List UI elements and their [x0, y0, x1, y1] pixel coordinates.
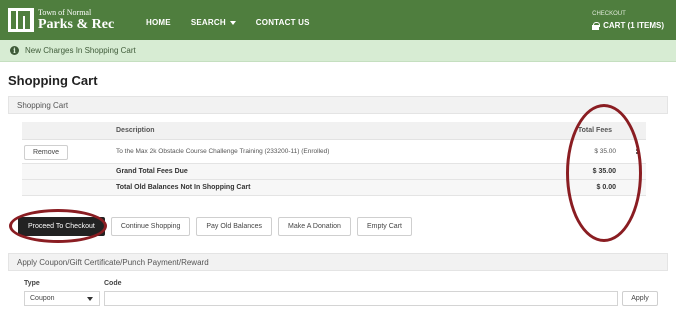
- column-description: Description: [116, 127, 155, 134]
- chevron-down-icon: [87, 297, 93, 301]
- old-balances-label: Total Old Balances Not In Shopping Cart: [116, 184, 251, 191]
- cart-section-title: Shopping Cart: [17, 100, 69, 110]
- chevron-down-icon: [229, 20, 236, 25]
- nav-home[interactable]: HOME: [146, 18, 171, 27]
- item-description: To the Max 2k Obstacle Course Challenge …: [116, 148, 330, 155]
- cart-count: CART (1 ITEMS): [603, 21, 664, 30]
- old-balances-row: Total Old Balances Not In Shopping Cart …: [22, 180, 646, 196]
- notice-banner: i New Charges In Shopping Cart: [0, 40, 676, 62]
- logo[interactable]: Town of Normal Parks & Rec: [8, 8, 114, 32]
- checkout-label: CHECKOUT: [592, 11, 626, 17]
- make-donation-button[interactable]: Make A Donation: [278, 217, 351, 236]
- apply-button[interactable]: Apply: [622, 291, 658, 306]
- code-label: Code: [104, 280, 122, 287]
- logo-line2: Parks & Rec: [38, 16, 115, 32]
- checkout-area[interactable]: CHECKOUT CART (1 ITEMS): [592, 11, 664, 30]
- notice-text: New Charges In Shopping Cart: [25, 46, 136, 55]
- grand-total-label: Grand Total Fees Due: [116, 168, 188, 175]
- coupon-section-title: Apply Coupon/Gift Certificate/Punch Paym…: [17, 257, 209, 267]
- annotation-oval-fees: [566, 104, 642, 242]
- main-nav: HOME SEARCH CONTACT US: [146, 18, 310, 27]
- top-header: Town of Normal Parks & Rec HOME SEARCH C…: [0, 0, 676, 40]
- annotation-oval-checkout: [9, 209, 107, 243]
- coupon-type-select[interactable]: Coupon: [24, 291, 100, 306]
- page-title: Shopping Cart: [8, 73, 98, 88]
- table-header: Description Total Fees: [22, 122, 646, 140]
- coupon-code-input[interactable]: [104, 291, 618, 306]
- logo-mark-icon: [8, 8, 34, 32]
- coupon-type-value: Coupon: [30, 295, 55, 302]
- cart-table: Description Total Fees Remove To the Max…: [22, 122, 646, 196]
- cart-link[interactable]: CART (1 ITEMS): [592, 21, 664, 30]
- coupon-section-header: Apply Coupon/Gift Certificate/Punch Paym…: [8, 253, 668, 271]
- lock-icon: [592, 21, 601, 30]
- table-row: Remove To the Max 2k Obstacle Course Cha…: [22, 140, 646, 164]
- continue-shopping-button[interactable]: Continue Shopping: [110, 217, 191, 236]
- logo-line1: Town of Normal: [38, 7, 92, 17]
- cart-section-header: Shopping Cart: [8, 96, 668, 114]
- nav-search[interactable]: SEARCH: [191, 18, 236, 27]
- nav-contact[interactable]: CONTACT US: [256, 18, 310, 27]
- info-icon: i: [10, 46, 19, 55]
- empty-cart-button[interactable]: Empty Cart: [356, 217, 412, 236]
- type-label: Type: [24, 280, 40, 287]
- remove-button[interactable]: Remove: [24, 145, 68, 160]
- grand-total-row: Grand Total Fees Due $ 35.00: [22, 164, 646, 180]
- pay-old-balances-button[interactable]: Pay Old Balances: [196, 217, 273, 236]
